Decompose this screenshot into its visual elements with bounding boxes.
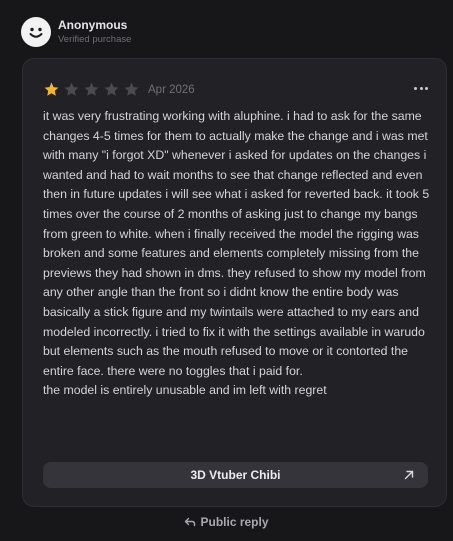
product-name: 3D Vtuber Chibi: [190, 468, 281, 482]
star-empty-icon: [64, 82, 79, 96]
review-paragraph: it was very frustrating working with alu…: [43, 109, 430, 378]
external-arrow-icon: [404, 470, 414, 480]
more-options-button[interactable]: [414, 84, 428, 92]
dot-icon: [425, 86, 428, 90]
smiley-face-icon: [29, 27, 43, 38]
star-filled-icon: [44, 82, 59, 96]
review-text: it was very frustrating working with alu…: [43, 107, 435, 401]
review-paragraph: the model is entirely unusable and im le…: [43, 383, 327, 398]
review-date: Apr 2026: [148, 83, 195, 96]
reviewer-header: Anonymous Verified purchase: [21, 17, 131, 47]
reviewer-name: Anonymous: [58, 18, 128, 33]
product-link-button[interactable]: 3D Vtuber Chibi: [43, 462, 428, 488]
public-reply-button[interactable]: Public reply: [0, 515, 453, 529]
reply-arrow-icon: [185, 517, 196, 527]
dot-icon: [419, 86, 423, 90]
review-card: Apr 2026 it was very frustrating working…: [22, 58, 447, 507]
reviewer-info: Anonymous Verified purchase: [58, 18, 131, 46]
star-rating: [43, 81, 143, 98]
public-reply-label: Public reply: [200, 515, 269, 529]
star-empty-icon: [124, 82, 139, 96]
rating-row: Apr 2026: [43, 81, 195, 98]
star-empty-icon: [104, 82, 119, 96]
avatar: [21, 17, 51, 47]
star-empty-icon: [84, 82, 99, 96]
dot-icon: [414, 86, 417, 90]
verified-purchase-label: Verified purchase: [58, 34, 132, 46]
